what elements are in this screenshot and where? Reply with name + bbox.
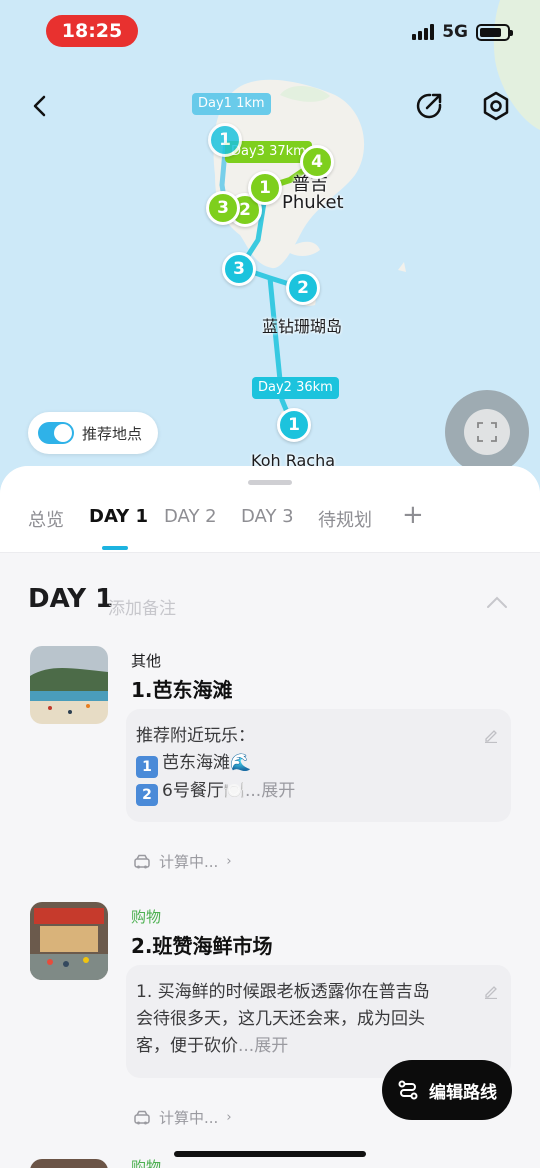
recommend-places-toggle[interactable]: 推荐地点 bbox=[28, 412, 159, 454]
share-icon[interactable] bbox=[409, 86, 449, 126]
note-line: 推荐附近玩乐： bbox=[136, 726, 255, 746]
map-pin[interactable]: 4 bbox=[300, 145, 334, 179]
tab-unplanned[interactable]: 待规划 bbox=[318, 506, 372, 532]
place-title[interactable]: 1.芭东海滩 bbox=[131, 674, 233, 703]
map-pin[interactable]: 2 bbox=[286, 271, 320, 305]
status-time: 18:25 bbox=[46, 15, 138, 47]
drag-handle[interactable] bbox=[248, 480, 292, 485]
edit-route-button[interactable]: 编辑路线 bbox=[382, 1060, 512, 1120]
expand-link[interactable]: ...展开 bbox=[245, 781, 295, 801]
network-type: 5G bbox=[442, 22, 468, 42]
travel-time[interactable]: 计算中... › bbox=[133, 851, 232, 872]
map-label-coral-island: 蓝钻珊瑚岛 bbox=[262, 317, 343, 336]
edit-note-icon[interactable] bbox=[483, 725, 499, 752]
route-icon bbox=[398, 1080, 418, 1100]
route-map[interactable]: 18:25 5G Day1 1km Day3 37km Day2 36km 普吉… bbox=[0, 0, 540, 520]
active-tab-indicator bbox=[102, 546, 128, 550]
note-line: 客，便于砍价 bbox=[136, 1036, 238, 1056]
place-category: 其他 bbox=[131, 652, 162, 670]
map-label-phuket: Phuket bbox=[282, 192, 344, 213]
place-photo[interactable] bbox=[30, 902, 108, 980]
status-indicators: 5G bbox=[412, 22, 513, 42]
map-pin[interactable]: 1 bbox=[208, 123, 242, 157]
tab-day2[interactable]: DAY 2 bbox=[164, 506, 217, 527]
route-label-day1: Day1 1km bbox=[192, 93, 271, 115]
note-line: 1. 买海鲜的时候跟老板透露你在普吉岛 bbox=[136, 982, 430, 1002]
tab-overview[interactable]: 总览 bbox=[28, 506, 64, 532]
note-line: 会待很多天，这几天还会来，成为回头 bbox=[136, 1009, 425, 1029]
place-title[interactable]: 2.班赞海鲜市场 bbox=[131, 930, 273, 959]
chevron-right-icon: › bbox=[226, 854, 232, 869]
divider bbox=[0, 552, 540, 553]
tab-day1[interactable]: DAY 1 bbox=[89, 506, 148, 527]
place-photo[interactable] bbox=[30, 646, 108, 724]
map-pin[interactable]: 1 bbox=[248, 171, 282, 205]
car-icon bbox=[134, 1110, 150, 1124]
sheet-header: 总览 DAY 1 DAY 2 DAY 3 待规划 + bbox=[0, 466, 540, 552]
map-pin[interactable]: 1 bbox=[277, 408, 311, 442]
toggle-switch[interactable] bbox=[38, 422, 74, 444]
place-note[interactable]: 推荐附近玩乐： 1 芭东海滩🌊 2 6号餐厅🍽️...展开 bbox=[126, 709, 511, 822]
keycap-2-icon: 2 bbox=[136, 784, 158, 806]
note-line: 6号餐厅🍽️ bbox=[162, 781, 245, 801]
place-category: 购物 bbox=[131, 908, 162, 926]
back-icon[interactable] bbox=[20, 86, 60, 126]
travel-time[interactable]: 计算中... › bbox=[133, 1107, 232, 1128]
map-pin[interactable]: 3 bbox=[222, 252, 256, 286]
car-icon bbox=[134, 854, 150, 868]
home-indicator[interactable] bbox=[174, 1151, 366, 1157]
note-line: 芭东海滩🌊 bbox=[162, 753, 252, 773]
fullscreen-icon bbox=[464, 409, 510, 455]
toggle-label: 推荐地点 bbox=[82, 424, 143, 443]
add-day-icon[interactable]: + bbox=[402, 500, 424, 530]
chevron-right-icon: › bbox=[226, 1110, 232, 1125]
collapse-chevron-icon[interactable] bbox=[486, 594, 508, 613]
edit-route-label: 编辑路线 bbox=[429, 1082, 497, 1103]
keycap-1-icon: 1 bbox=[136, 756, 158, 778]
day-title: DAY 1 bbox=[28, 584, 114, 614]
signal-icon bbox=[412, 24, 435, 40]
travel-text: 计算中... bbox=[159, 853, 219, 871]
settings-icon[interactable] bbox=[476, 86, 516, 126]
place-photo[interactable] bbox=[30, 1159, 108, 1168]
travel-text: 计算中... bbox=[159, 1109, 219, 1127]
fit-view-button[interactable] bbox=[445, 390, 529, 474]
place-category: 购物 bbox=[131, 1158, 162, 1168]
expand-link[interactable]: ...展开 bbox=[238, 1036, 288, 1056]
tab-day3[interactable]: DAY 3 bbox=[241, 506, 294, 527]
edit-note-icon[interactable] bbox=[483, 981, 499, 1008]
route-label-day2: Day2 36km bbox=[252, 377, 339, 399]
map-pin[interactable]: 3 bbox=[206, 191, 240, 225]
battery-icon bbox=[476, 23, 513, 41]
add-note-input[interactable]: 添加备注 bbox=[108, 594, 176, 619]
